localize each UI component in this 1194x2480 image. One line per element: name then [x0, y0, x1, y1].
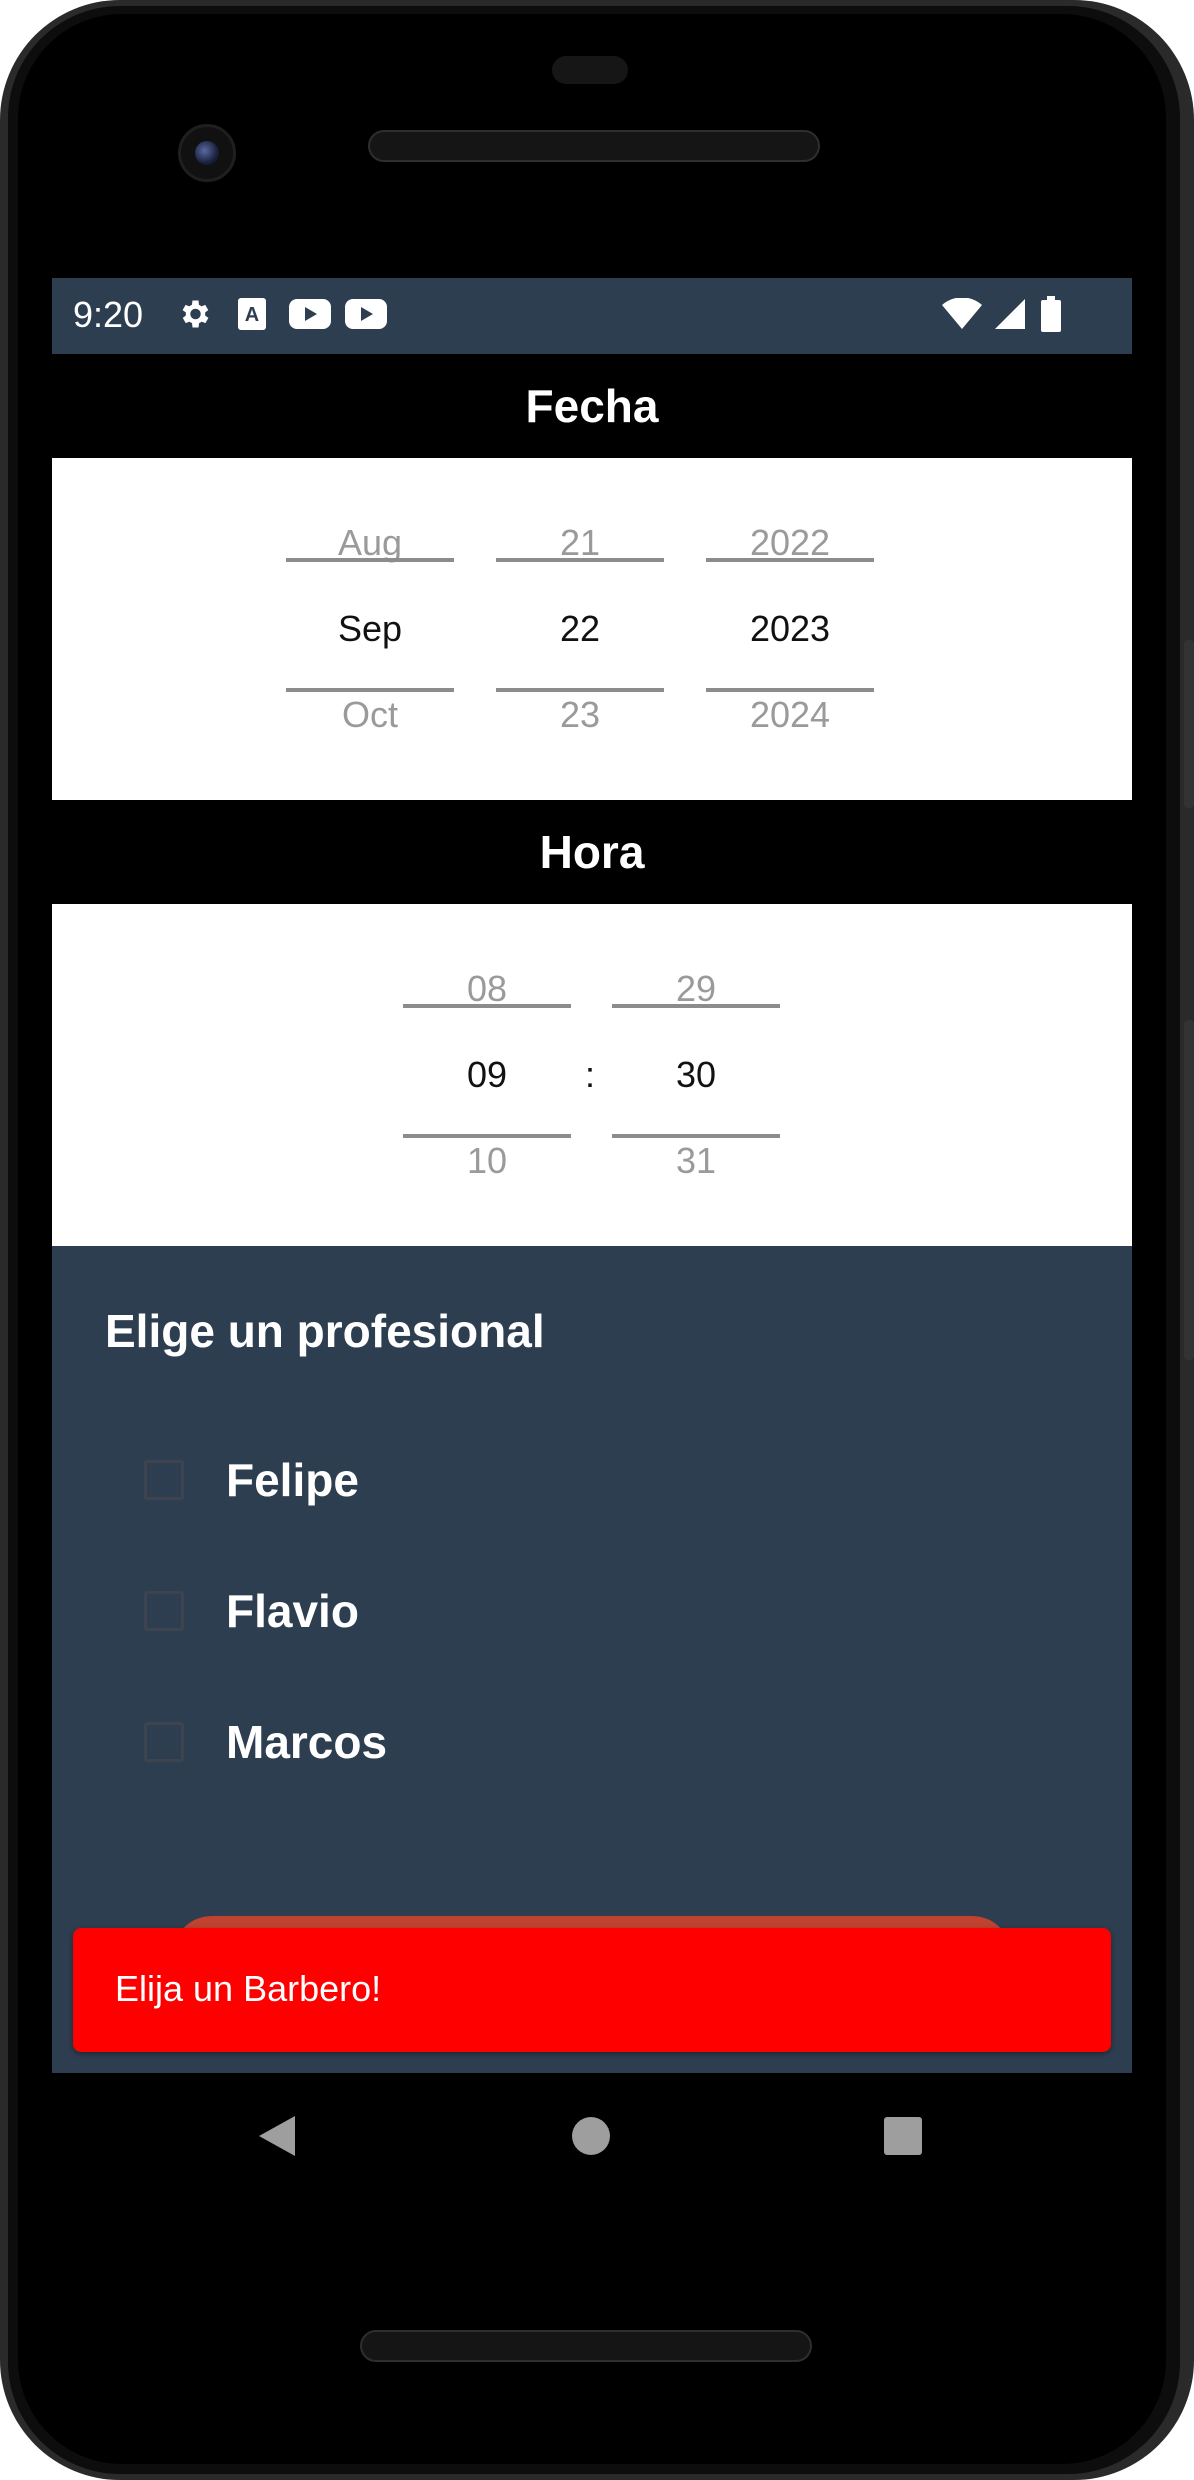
divider [286, 688, 454, 692]
hour-current[interactable]: 09 [403, 1054, 571, 1096]
minute-current[interactable]: 30 [612, 1054, 780, 1096]
battery-icon [1036, 292, 1066, 336]
date-header: Fecha [52, 354, 1132, 458]
divider [496, 558, 664, 562]
divider [612, 1134, 780, 1138]
option-label[interactable]: Marcos [226, 1715, 387, 1769]
back-icon[interactable] [252, 2111, 302, 2161]
recents-icon[interactable] [878, 2111, 928, 2161]
divider [706, 558, 874, 562]
gear-icon [174, 292, 214, 336]
svg-text:A: A [245, 304, 259, 326]
day-wheel[interactable]: 21 22 23 [496, 458, 664, 800]
hour-wheel[interactable]: 08 09 10 [403, 904, 571, 1246]
text-a-icon: A [234, 292, 270, 336]
earpiece-speaker [368, 130, 820, 162]
year-wheel[interactable]: 2022 2023 2024 [706, 458, 874, 800]
date-picker: Aug Sep Oct 21 22 23 2022 2023 2024 [52, 458, 1132, 800]
power-button [1184, 640, 1194, 808]
month-wheel[interactable]: Aug Sep Oct [286, 458, 454, 800]
divider [286, 558, 454, 562]
checkbox[interactable] [144, 1591, 184, 1631]
divider [496, 688, 664, 692]
navigation-bar [52, 2073, 1132, 2199]
checkbox[interactable] [144, 1460, 184, 1500]
volume-button [1184, 1020, 1194, 1360]
front-camera [178, 124, 236, 182]
app-screen: 9:20 A Fecha Aug Sep Oct 21 22 23 2022 2… [52, 278, 1132, 2073]
professional-title: Elige un profesional [105, 1305, 545, 1357]
bottom-speaker [360, 2330, 812, 2362]
youtube-icon [288, 292, 332, 336]
option-label[interactable]: Felipe [226, 1453, 359, 1507]
professional-option-marcos[interactable]: Marcos [144, 1707, 387, 1777]
home-icon[interactable] [566, 2111, 616, 2161]
professional-option-felipe[interactable]: Felipe [144, 1445, 359, 1515]
time-picker: 08 09 10 : 29 30 31 [52, 904, 1132, 1246]
month-current[interactable]: Sep [286, 608, 454, 650]
month-next[interactable]: Oct [286, 694, 454, 736]
time-separator: : [585, 1054, 596, 1095]
youtube-icon [344, 292, 388, 336]
option-label[interactable]: Flavio [226, 1584, 359, 1638]
divider [706, 688, 874, 692]
minute-wheel[interactable]: 29 30 31 [612, 904, 780, 1246]
proximity-sensor [552, 56, 628, 84]
divider [403, 1134, 571, 1138]
day-next[interactable]: 23 [496, 694, 664, 736]
divider [612, 1004, 780, 1008]
year-current[interactable]: 2023 [706, 608, 874, 650]
wifi-icon [940, 292, 984, 336]
divider [403, 1004, 571, 1008]
status-bar: 9:20 A [52, 278, 1132, 354]
hour-next[interactable]: 10 [403, 1140, 571, 1182]
time-header: Hora [52, 800, 1132, 904]
day-current[interactable]: 22 [496, 608, 664, 650]
minute-next[interactable]: 31 [612, 1140, 780, 1182]
status-time: 9:20 [73, 294, 144, 335]
professional-option-flavio[interactable]: Flavio [144, 1576, 359, 1646]
year-next[interactable]: 2024 [706, 694, 874, 736]
signal-icon [990, 292, 1030, 336]
checkbox[interactable] [144, 1722, 184, 1762]
error-snackbar: Elija un Barbero! [73, 1928, 1111, 2052]
snackbar-message: Elija un Barbero! [115, 1968, 382, 2009]
